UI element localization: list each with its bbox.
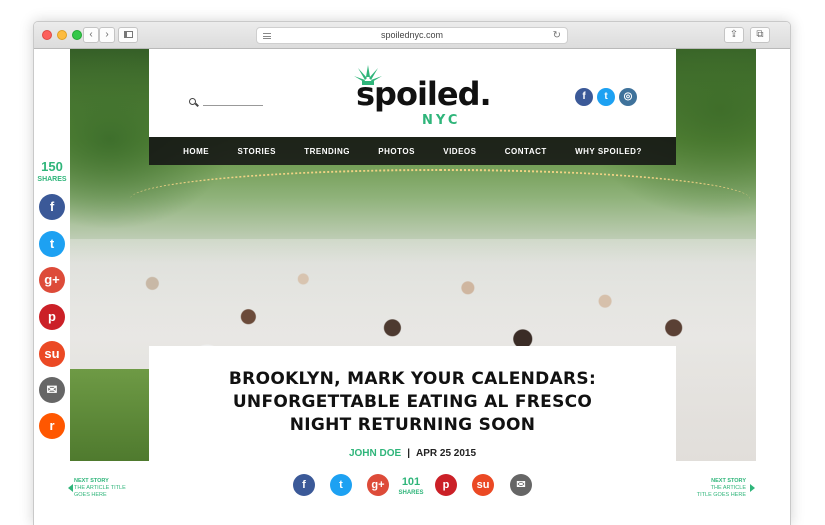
main-nav: HOME STORIES TRENDING PHOTOS VIDEOS CONT… [149, 137, 676, 165]
next-story-label: NEXT STORY [74, 478, 109, 484]
google-plus-icon: g+ [371, 479, 385, 491]
header-twitter-button[interactable]: t [597, 88, 615, 106]
sidebar-pinterest-button[interactable]: p [39, 304, 65, 330]
reload-icon[interactable]: ↻ [553, 28, 561, 43]
nav-why-spoiled[interactable]: WHY SPOILED? [575, 147, 642, 156]
facebook-icon: f [49, 199, 55, 214]
share-sidebar: 150 SHARES f t g+ p su ✉ r [34, 159, 70, 459]
url-text: spoilednyc.com [380, 30, 444, 40]
sidebar-google-plus-button[interactable]: g+ [39, 267, 65, 293]
article-share-label: SHARES [398, 490, 424, 496]
back-button[interactable]: ‹ [83, 27, 99, 43]
headline-line: NIGHT RETURNING SOON [289, 415, 536, 435]
share-twitter-button[interactable]: t [330, 474, 352, 496]
sidebar-toggle-button[interactable] [118, 27, 138, 43]
browser-window: ‹ › spoilednyc.com ↻ ⇪ ⧉ + [33, 21, 791, 525]
article-byline: JOHN DOE | APR 25 2015 [149, 448, 676, 459]
sidebar-stumbleupon-button[interactable]: su [39, 341, 65, 367]
site-logo[interactable]: spoiled. NYC [354, 63, 492, 133]
nav-trending[interactable]: TRENDING [304, 147, 350, 156]
next-story-label: NEXT STORY [711, 478, 746, 484]
author-link[interactable]: JOHN DOE [349, 448, 401, 459]
pinterest-icon: p [442, 479, 450, 491]
header-facebook-button[interactable]: f [575, 88, 593, 106]
instagram-icon: ◎ [623, 91, 633, 102]
logo-wordmark: spoiled. [356, 75, 492, 113]
reader-icon [263, 33, 271, 39]
tabs-overview-button[interactable]: ⧉ [750, 27, 770, 43]
facebook-icon: f [302, 479, 306, 491]
sidebar-reddit-button[interactable]: r [39, 413, 65, 439]
arrow-left-icon [68, 484, 73, 492]
minimize-window-button[interactable] [57, 30, 67, 40]
nav-photos[interactable]: PHOTOS [378, 147, 415, 156]
search-icon[interactable] [189, 98, 196, 105]
facebook-icon: f [582, 91, 586, 102]
byline-separator: | [407, 448, 410, 459]
forward-button[interactable]: › [99, 27, 115, 43]
grass-patch [70, 369, 160, 461]
next-story-right[interactable]: NEXT STORY THE ARTICLE TITLE GOES HERE [674, 478, 755, 499]
nav-home[interactable]: HOME [183, 147, 209, 156]
stumbleupon-icon: su [476, 479, 490, 491]
share-stumbleupon-button[interactable]: su [472, 474, 494, 496]
site-header: spoiled. NYC f t ◎ [149, 49, 676, 137]
share-facebook-button[interactable]: f [293, 474, 315, 496]
next-story-title: GOES HERE [74, 492, 107, 498]
nav-videos[interactable]: VIDEOS [443, 147, 476, 156]
next-story-title: THE ARTICLE TITLE [74, 485, 126, 491]
sidebar-share-count: 150 [41, 159, 63, 174]
close-window-button[interactable] [42, 30, 52, 40]
sidebar-share-label: SHARES [37, 176, 67, 183]
headline-line: BROOKLYN, MARK YOUR CALENDARS: [228, 369, 597, 389]
zoom-window-button[interactable] [72, 30, 82, 40]
nav-contact[interactable]: CONTACT [505, 147, 547, 156]
browser-titlebar: ‹ › spoilednyc.com ↻ ⇪ ⧉ [34, 22, 790, 49]
sidebar-facebook-button[interactable]: f [39, 194, 65, 220]
headline-line: UNFORGETTABLE EATING AL FRESCO [232, 392, 593, 412]
string-lights [130, 169, 750, 219]
twitter-icon: t [49, 236, 55, 251]
article-headline[interactable]: BROOKLYN, MARK YOUR CALENDARS: UNFORGETT… [149, 368, 676, 437]
twitter-icon: t [604, 91, 608, 102]
twitter-icon: t [339, 479, 343, 491]
next-story-left[interactable]: NEXT STORY THE ARTICLE TITLE GOES HERE [68, 478, 154, 499]
stumbleupon-icon: su [44, 346, 60, 361]
arrow-right-icon [750, 484, 755, 492]
sidebar-icon [123, 31, 133, 38]
nav-stories[interactable]: STORIES [237, 147, 275, 156]
share-pinterest-button[interactable]: p [435, 474, 457, 496]
share-email-button[interactable]: ✉ [510, 474, 532, 496]
article-share-count: 101 [401, 476, 421, 488]
share-google-plus-button[interactable]: g+ [367, 474, 389, 496]
article-card: BROOKLYN, MARK YOUR CALENDARS: UNFORGETT… [149, 346, 676, 525]
article-date: APR 25 2015 [416, 448, 477, 459]
sidebar-twitter-button[interactable]: t [39, 231, 65, 257]
email-icon: ✉ [516, 479, 526, 491]
search-input[interactable] [203, 105, 263, 106]
web-page: spoiled. NYC f t ◎ HOME STORIES TRENDING… [34, 49, 790, 525]
google-plus-icon: g+ [44, 272, 60, 287]
logo-city: NYC [422, 113, 461, 128]
sidebar-email-button[interactable]: ✉ [39, 377, 65, 403]
reddit-icon: r [49, 418, 55, 433]
next-story-title: THE ARTICLE [710, 485, 746, 491]
address-bar[interactable]: spoilednyc.com ↻ [256, 27, 568, 44]
email-icon: ✉ [46, 382, 58, 397]
share-button[interactable]: ⇪ [724, 27, 744, 43]
pinterest-icon: p [48, 309, 56, 324]
header-instagram-button[interactable]: ◎ [619, 88, 637, 106]
next-story-title: TITLE GOES HERE [696, 492, 746, 498]
